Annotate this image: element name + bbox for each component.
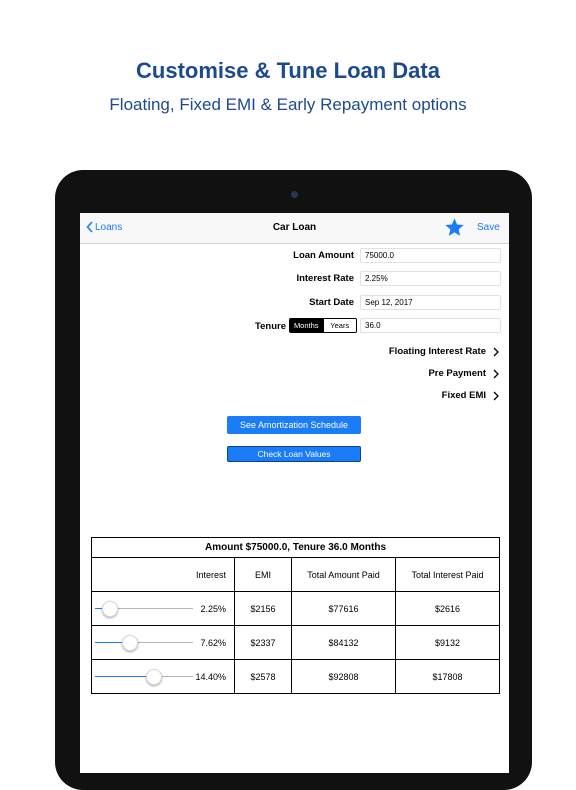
table-row: 14.40% $2578 $92808 $17808 (91, 659, 501, 694)
navigation-bar: Loans Car Loan Save (80, 213, 509, 244)
slider-thumb[interactable] (122, 635, 139, 651)
interest-slider[interactable] (95, 669, 193, 685)
emi-value: $2156 (234, 591, 292, 626)
interest-cell: 14.40% (91, 659, 235, 694)
slider-thumb[interactable] (145, 669, 162, 685)
header-total-interest-paid: Total Interest Paid (394, 557, 501, 592)
back-label: Loans (95, 221, 123, 233)
header-interest: Interest (91, 557, 235, 592)
table-row: 7.62% $2337 $84132 $9132 (91, 625, 501, 660)
interest-value: 7.62% (200, 637, 226, 648)
table-header-row: Interest EMI Total Amount Paid Total Int… (91, 557, 501, 592)
loan-amount-label: Loan Amount (293, 250, 354, 261)
total-amount-paid-value: $77616 (291, 591, 396, 626)
floating-interest-rate-link[interactable]: Floating Interest Rate (389, 346, 499, 357)
table-caption: Amount $75000.0, Tenure 36.0 Months (90, 537, 501, 558)
slider-fill (95, 676, 153, 677)
segment-months[interactable]: Months (290, 319, 323, 332)
pre-payment-label: Pre Payment (428, 368, 486, 379)
emi-value: $2578 (234, 659, 292, 694)
tenure-label: Tenure (255, 321, 286, 332)
interest-rate-label: Interest Rate (296, 273, 354, 284)
interest-slider[interactable] (95, 635, 193, 651)
back-button[interactable]: Loans (86, 221, 122, 233)
interest-cell: 2.25% (91, 591, 235, 626)
see-amortization-schedule-button[interactable]: See Amortization Schedule (227, 416, 361, 434)
total-interest-paid-value: $9132 (394, 625, 501, 660)
header-emi: EMI (234, 557, 292, 592)
total-amount-paid-value: $92808 (291, 659, 396, 694)
chevron-left-icon (86, 221, 93, 233)
app-screen: Loans Car Loan Save Loan Amount 75000.0 … (80, 213, 509, 773)
total-interest-paid-value: $17808 (394, 659, 501, 694)
interest-value: 14.40% (195, 671, 226, 682)
start-date-label: Start Date (309, 297, 354, 308)
interest-cell: 7.62% (91, 625, 235, 660)
tablet-frame: Loans Car Loan Save Loan Amount 75000.0 … (55, 170, 532, 790)
pre-payment-link[interactable]: Pre Payment (428, 368, 499, 379)
interest-value: 2.25% (200, 603, 226, 614)
emi-value: $2337 (234, 625, 292, 660)
start-date-field[interactable]: Sep 12, 2017 (360, 295, 501, 310)
floating-interest-rate-label: Floating Interest Rate (388, 346, 486, 357)
segment-years[interactable]: Years (322, 319, 356, 332)
chevron-right-icon (493, 347, 499, 356)
fixed-emi-label: Fixed EMI (441, 390, 486, 401)
total-amount-paid-value: $84132 (291, 625, 396, 660)
loan-amount-field[interactable]: 75000.0 (360, 248, 501, 263)
loan-comparison-table: Amount $75000.0, Tenure 36.0 Months Inte… (90, 537, 501, 694)
interest-slider[interactable] (95, 601, 193, 617)
favorite-star-icon[interactable] (444, 217, 465, 243)
check-loan-values-button[interactable]: Check Loan Values (227, 446, 361, 462)
camera-dot (291, 191, 298, 198)
total-interest-paid-value: $2616 (394, 591, 501, 626)
slider-thumb[interactable] (101, 601, 118, 617)
save-button[interactable]: Save (477, 222, 500, 233)
tenure-unit-segmented-control: Months Years (289, 318, 357, 333)
promo-title: Customise & Tune Loan Data (136, 58, 440, 83)
fixed-emi-link[interactable]: Fixed EMI (442, 390, 499, 401)
chevron-right-icon (493, 369, 499, 378)
interest-rate-field[interactable]: 2.25% (360, 271, 501, 286)
header-total-amount-paid: Total Amount Paid (291, 557, 396, 592)
chevron-right-icon (493, 391, 499, 400)
promo-subtitle: Floating, Fixed EMI & Early Repayment op… (109, 95, 467, 114)
tenure-field[interactable]: 36.0 (360, 318, 501, 333)
table-row: 2.25% $2156 $77616 $2616 (91, 591, 501, 626)
